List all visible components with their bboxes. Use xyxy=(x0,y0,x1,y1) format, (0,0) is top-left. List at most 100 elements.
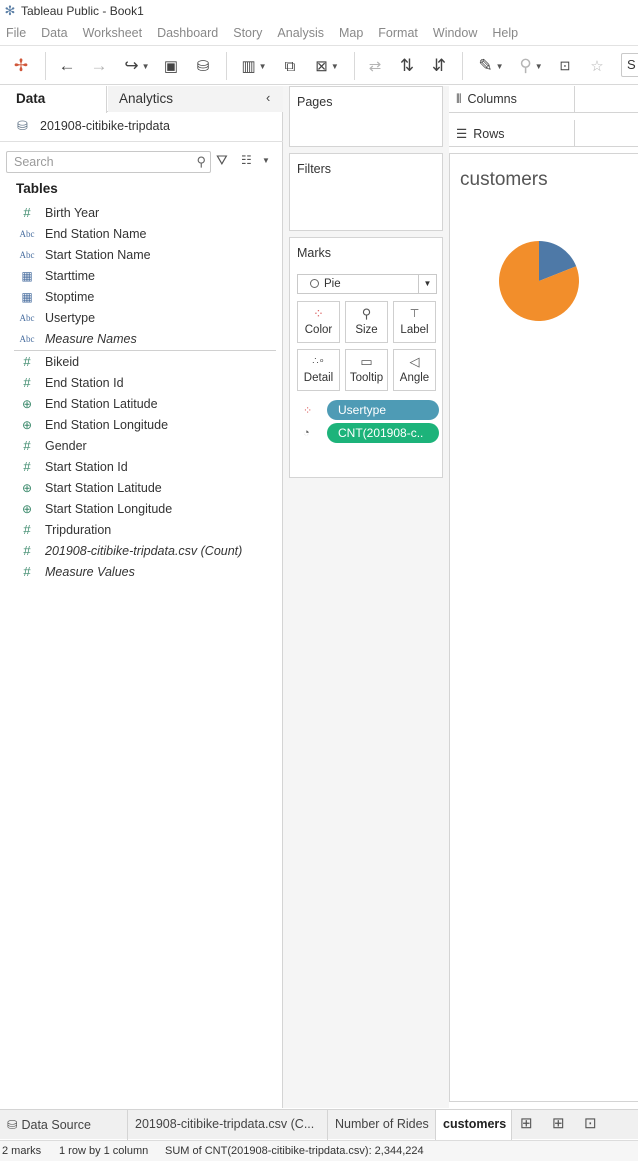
count-pill[interactable]: CNT(201908-c.. xyxy=(327,423,439,443)
sort-ascending-icon[interactable]: ⇅ xyxy=(396,54,418,78)
menu-dashboard[interactable]: Dashboard xyxy=(157,26,218,40)
status-marks: 2 marks xyxy=(2,1145,42,1157)
tableau-home-icon[interactable]: ✢ xyxy=(10,54,32,78)
datasource-item[interactable]: ⛁ 201908-citibike-tripdata xyxy=(17,118,170,134)
show-me-button[interactable]: S xyxy=(621,53,638,77)
mark-type-select[interactable]: Pie ▼ xyxy=(297,274,437,294)
sheet-title[interactable]: customers xyxy=(460,169,548,191)
filters-card-title: Filters xyxy=(297,162,332,176)
globe-icon: ⊕ xyxy=(21,396,33,411)
size-button[interactable]: ⚲ Size xyxy=(345,301,388,343)
sort-descending-icon[interactable]: ⇵ xyxy=(428,54,450,78)
field-label: End Station Name xyxy=(45,226,147,241)
menu-data[interactable]: Data xyxy=(41,26,67,40)
filter-icon[interactable]: ⛛ xyxy=(216,152,228,169)
field-birth-year[interactable]: # Birth Year xyxy=(0,202,283,223)
tables-header: Tables xyxy=(16,181,58,196)
highlight-icon[interactable]: ✎ ▼ xyxy=(474,54,508,78)
show-mark-labels-icon[interactable]: ⊡ xyxy=(554,54,576,78)
chevron-down-icon[interactable]: ▼ xyxy=(418,275,436,293)
tab-data-source[interactable]: ⛁ Data Source xyxy=(0,1110,128,1140)
menu-help[interactable]: Help xyxy=(492,26,518,40)
save-icon[interactable]: ▣ xyxy=(160,54,182,78)
pie-chart[interactable] xyxy=(499,241,579,321)
string-type-icon: Abc xyxy=(19,249,35,260)
replay-icon[interactable]: ↪ ▼ xyxy=(119,54,155,78)
label-button[interactable]: ⊤ Label xyxy=(393,301,436,343)
new-dashboard-icon[interactable]: ⊞ xyxy=(552,1114,565,1132)
menu-file[interactable]: File xyxy=(6,26,26,40)
field-count[interactable]: # 201908-citibike-tripdata.csv (Count) xyxy=(0,540,283,561)
field-label: Start Station Name xyxy=(45,247,151,262)
field-bikeid[interactable]: # Bikeid xyxy=(0,351,283,372)
size-icon: ⚲ xyxy=(361,306,372,321)
field-start-station-name[interactable]: Abc Start Station Name xyxy=(0,244,283,265)
title-bar: ✻ Tableau Public - Book1 xyxy=(0,0,638,22)
mark-type-value: Pie xyxy=(324,278,341,290)
menu-story[interactable]: Story xyxy=(233,26,262,40)
menu-map[interactable]: Map xyxy=(339,26,363,40)
detail-button[interactable]: ∴∘ Detail xyxy=(297,349,340,391)
undo-icon[interactable]: ← xyxy=(56,54,78,78)
tab-customers[interactable]: customers xyxy=(436,1110,512,1140)
view-options-icon[interactable]: ☷ xyxy=(241,153,252,167)
tab-sheet-tripdata[interactable]: 201908-citibike-tripdata.csv (C... xyxy=(128,1110,328,1140)
field-stoptime[interactable]: ▦ Stoptime xyxy=(0,286,283,307)
pages-card[interactable]: Pages xyxy=(289,86,443,147)
field-start-station-id[interactable]: # Start Station Id xyxy=(0,456,283,477)
new-worksheet-icon[interactable]: ▥ ▼ xyxy=(236,54,272,78)
angle-button[interactable]: ◁ Angle xyxy=(393,349,436,391)
rows-shelf-label: ☰ Rows xyxy=(449,120,575,147)
field-measure-values[interactable]: # Measure Values xyxy=(0,561,283,582)
pin-axes-icon[interactable]: ☆ xyxy=(586,54,608,78)
chevron-down-icon[interactable]: ▼ xyxy=(262,156,270,165)
sheet-tab-bar: ⛁ Data Source 201908-citibike-tripdata.cs… xyxy=(0,1109,638,1140)
redo-icon[interactable]: → xyxy=(88,54,110,78)
new-worksheet-icon[interactable]: ⊞ xyxy=(520,1114,533,1132)
tab-number-of-rides[interactable]: Number of Rides xyxy=(328,1110,436,1140)
field-tripduration[interactable]: # Tripduration xyxy=(0,519,283,540)
tooltip-button-label: Tooltip xyxy=(349,372,384,384)
data-pane: Data Analytics ‹ ⛁ 201908-citibike-tripd… xyxy=(0,86,283,1108)
field-end-station-longitude[interactable]: ⊕ End Station Longitude xyxy=(0,414,283,435)
field-measure-names[interactable]: Abc Measure Names xyxy=(0,328,283,349)
field-end-station-id[interactable]: # End Station Id xyxy=(0,372,283,393)
string-type-icon: Abc xyxy=(19,228,35,239)
field-end-station-latitude[interactable]: ⊕ End Station Latitude xyxy=(0,393,283,414)
rows-shelf[interactable]: ☰ Rows xyxy=(449,120,638,147)
field-start-station-longitude[interactable]: ⊕ Start Station Longitude xyxy=(0,498,283,519)
new-datasource-icon[interactable]: ⛁ xyxy=(192,54,214,78)
menu-analysis[interactable]: Analysis xyxy=(277,26,324,40)
search-input[interactable]: Search ⚲ xyxy=(6,151,211,173)
field-label: Gender xyxy=(45,438,87,453)
globe-icon: ⊕ xyxy=(21,417,33,432)
collapse-pane-icon[interactable]: ‹ xyxy=(266,90,270,105)
field-label: 201908-citibike-tripdata.csv (Count) xyxy=(45,543,243,558)
field-label: End Station Longitude xyxy=(45,417,169,432)
tab-analytics[interactable]: Analytics xyxy=(108,86,283,112)
clear-sheet-icon[interactable]: ⊠ ▼ xyxy=(308,54,346,78)
search-placeholder: Search xyxy=(14,155,54,169)
menu-worksheet[interactable]: Worksheet xyxy=(83,26,143,40)
tooltip-button[interactable]: ▭ Tooltip xyxy=(345,349,388,391)
swap-rows-columns-icon[interactable]: ⇄ xyxy=(364,54,386,78)
new-story-icon[interactable]: ⊡ xyxy=(584,1114,597,1132)
visualization-area[interactable]: customers xyxy=(449,153,638,1102)
menu-format[interactable]: Format xyxy=(378,26,418,40)
field-usertype[interactable]: Abc Usertype xyxy=(0,307,283,328)
color-button[interactable]: ⁘ Color xyxy=(297,301,340,343)
field-gender[interactable]: # Gender xyxy=(0,435,283,456)
field-start-station-latitude[interactable]: ⊕ Start Station Latitude xyxy=(0,477,283,498)
group-members-icon[interactable]: ⚲ ▼ xyxy=(514,54,548,78)
menu-window[interactable]: Window xyxy=(433,26,477,40)
field-label: Usertype xyxy=(45,310,96,325)
field-end-station-name[interactable]: Abc End Station Name xyxy=(0,223,283,244)
field-starttime[interactable]: ▦ Starttime xyxy=(0,265,283,286)
columns-shelf[interactable]: ⦀ Columns xyxy=(449,86,638,113)
tooltip-icon: ▭ xyxy=(360,354,373,369)
usertype-pill[interactable]: Usertype xyxy=(327,400,439,420)
duplicate-sheet-icon[interactable]: ⧉ xyxy=(279,54,301,78)
detail-button-label: Detail xyxy=(303,372,334,384)
filters-card[interactable]: Filters xyxy=(289,153,443,231)
tab-data[interactable]: Data xyxy=(0,86,107,113)
